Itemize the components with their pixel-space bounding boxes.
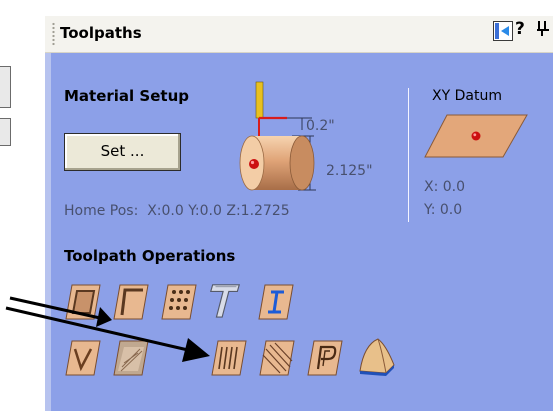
annotation-arrows (5, 296, 210, 362)
